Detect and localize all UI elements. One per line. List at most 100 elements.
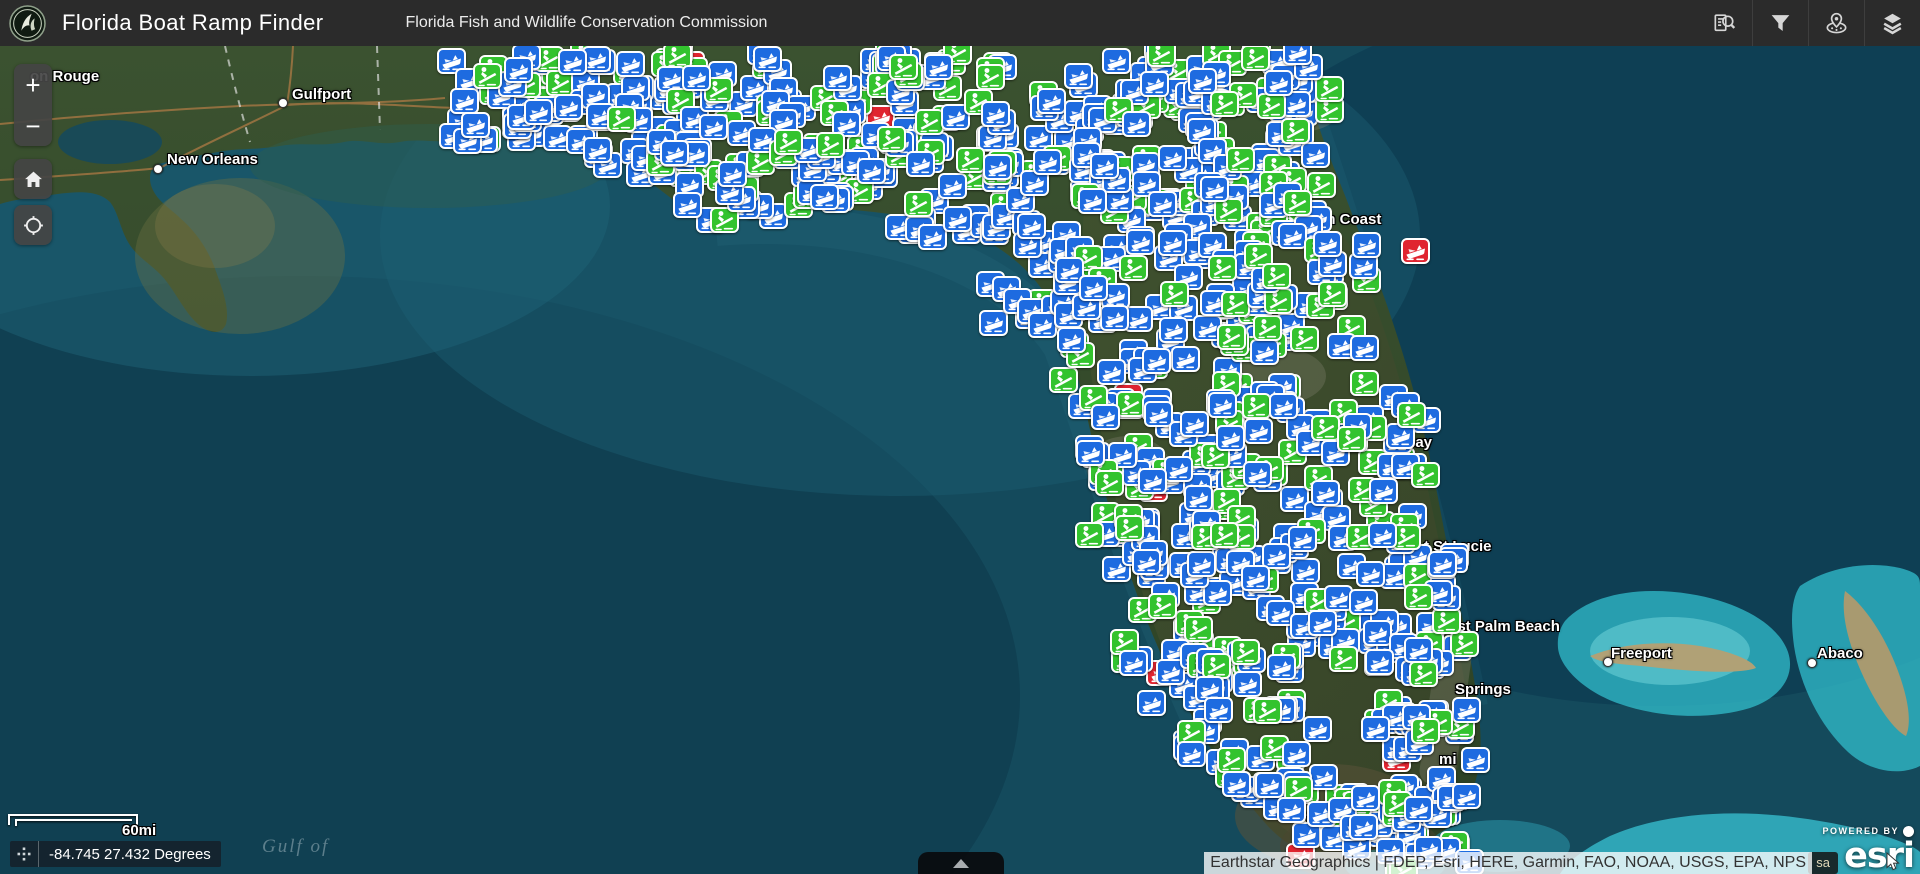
paddle-launch-marker[interactable] (1336, 425, 1366, 452)
paddle-launch-marker[interactable] (1281, 118, 1311, 145)
paddle-launch-marker[interactable] (915, 108, 945, 135)
boat-ramp-marker[interactable] (1309, 764, 1339, 791)
boat-ramp-marker[interactable] (982, 154, 1012, 181)
paddle-launch-marker[interactable] (1282, 190, 1312, 217)
boat-ramp-marker[interactable] (1131, 548, 1161, 575)
boat-ramp-marker[interactable] (1090, 404, 1120, 431)
nearby-button[interactable] (1808, 0, 1864, 46)
boat-ramp-marker[interactable] (1348, 589, 1378, 616)
boat-ramp-marker[interactable] (582, 137, 612, 164)
boat-ramp-marker[interactable] (1096, 359, 1126, 386)
boat-ramp-marker[interactable] (1158, 229, 1188, 256)
boat-ramp-marker[interactable] (752, 46, 782, 72)
boat-ramp-marker[interactable] (1057, 327, 1087, 354)
paddle-launch-marker[interactable] (1115, 391, 1145, 418)
paddle-launch-marker[interactable] (1404, 584, 1434, 611)
boat-ramp-marker[interactable] (1063, 62, 1093, 89)
boat-ramp-marker[interactable] (981, 100, 1010, 127)
boat-ramp-marker[interactable] (1451, 782, 1481, 809)
boat-ramp-marker[interactable] (673, 191, 703, 218)
boat-ramp-marker[interactable] (1037, 87, 1067, 114)
expand-panel-button[interactable] (918, 852, 1004, 874)
paddle-launch-marker[interactable] (1074, 521, 1104, 548)
boat-ramp-marker[interactable] (557, 48, 587, 75)
boat-ramp-marker[interactable] (1244, 418, 1274, 445)
boat-ramp-marker[interactable] (1137, 690, 1167, 717)
layers-button[interactable] (1864, 0, 1920, 46)
boat-ramp-marker[interactable] (1033, 149, 1063, 176)
paddle-launch-marker[interactable] (1450, 630, 1480, 657)
boat-ramp-marker[interactable] (1016, 213, 1046, 240)
boat-ramp-marker[interactable] (1264, 70, 1294, 97)
boat-ramp-marker[interactable] (923, 54, 953, 81)
boat-ramp-marker[interactable] (1307, 610, 1337, 637)
paddle-launch-marker[interactable] (1210, 521, 1240, 548)
boat-ramp-marker[interactable] (1250, 338, 1280, 365)
boat-ramp-marker[interactable] (1221, 770, 1251, 797)
boat-ramp-marker[interactable] (1203, 697, 1233, 724)
boat-ramp-marker[interactable] (615, 51, 645, 78)
boat-ramp-marker[interactable] (1349, 335, 1379, 362)
boat-ramp-marker[interactable] (1351, 785, 1381, 811)
boat-ramp-marker[interactable] (1199, 176, 1229, 203)
paddle-launch-marker[interactable] (1408, 661, 1438, 688)
boat-ramp-marker[interactable] (1141, 348, 1171, 375)
boat-ramp-marker[interactable] (1164, 455, 1194, 482)
home-button[interactable] (14, 159, 52, 199)
boat-ramp-marker[interactable] (1300, 142, 1330, 169)
paddle-launch-marker[interactable] (1115, 514, 1145, 541)
boat-ramp-marker[interactable] (979, 310, 1009, 337)
boat-ramp-marker[interactable] (1362, 619, 1392, 646)
paddle-launch-marker[interactable] (1231, 639, 1261, 666)
search-button[interactable] (1696, 0, 1752, 46)
paddle-launch-marker[interactable] (1410, 717, 1440, 744)
boat-ramp-marker[interactable] (524, 98, 554, 125)
boat-ramp-marker[interactable] (1254, 772, 1284, 798)
capture-coordinates-button[interactable] (10, 841, 39, 867)
paddle-launch-marker[interactable] (1318, 281, 1348, 308)
paddle-launch-marker[interactable] (1240, 46, 1270, 71)
boat-ramp-marker[interactable] (1356, 560, 1386, 587)
boat-ramp-marker[interactable] (1303, 715, 1333, 742)
boat-ramp-marker[interactable] (1089, 152, 1119, 179)
boat-ramp-marker[interactable] (1078, 187, 1108, 214)
boat-ramp-marker[interactable] (1157, 145, 1187, 172)
boat-ramp-marker[interactable] (1187, 68, 1217, 95)
boat-ramp-marker[interactable] (682, 65, 711, 92)
boat-ramp-marker[interactable] (1277, 797, 1307, 824)
boat-ramp-marker[interactable] (1242, 461, 1272, 488)
boat-ramp-marker[interactable] (450, 88, 480, 115)
paddle-launch-marker[interactable] (1210, 91, 1240, 118)
boat-ramp-marker[interactable] (1404, 796, 1434, 823)
boat-ramp-marker[interactable] (1313, 230, 1343, 257)
paddle-launch-marker[interactable] (1147, 592, 1177, 619)
paddle-launch-marker[interactable] (1261, 262, 1291, 289)
boat-ramp-marker[interactable] (554, 93, 584, 120)
paddle-launch-marker[interactable] (1160, 280, 1190, 307)
paddle-launch-marker[interactable] (1314, 75, 1344, 102)
locate-button[interactable] (14, 205, 52, 245)
boat-ramp-marker[interactable] (1176, 740, 1206, 767)
boat-ramp-marker[interactable] (1310, 479, 1340, 506)
paddle-launch-marker[interactable] (1048, 367, 1078, 394)
paddle-launch-marker[interactable] (773, 129, 803, 156)
paddle-launch-marker[interactable] (1290, 326, 1320, 353)
boat-ramp-marker[interactable] (809, 184, 839, 211)
boat-ramp-marker[interactable] (1101, 48, 1131, 75)
boat-ramp-marker[interactable] (1159, 316, 1189, 343)
boat-ramp-marker[interactable] (1138, 468, 1168, 495)
boat-ramp-marker[interactable] (1078, 275, 1108, 302)
paddle-launch-marker[interactable] (1147, 46, 1177, 67)
boat-ramp-marker[interactable] (1232, 671, 1262, 698)
paddle-launch-marker[interactable] (889, 53, 919, 80)
boat-ramp-marker[interactable] (823, 64, 853, 91)
boat-ramp-marker[interactable] (1361, 716, 1391, 743)
paddle-launch-marker[interactable] (1216, 746, 1246, 773)
boat-ramp-marker[interactable] (1170, 346, 1200, 372)
boat-ramp-marker[interactable] (1452, 697, 1482, 724)
boat-ramp-marker[interactable] (1240, 564, 1270, 591)
boat-ramp-marker[interactable] (717, 161, 747, 188)
zoom-out-button[interactable]: − (14, 105, 52, 146)
boat-ramp-marker[interactable] (660, 139, 690, 166)
boat-ramp-marker[interactable] (1075, 440, 1105, 467)
